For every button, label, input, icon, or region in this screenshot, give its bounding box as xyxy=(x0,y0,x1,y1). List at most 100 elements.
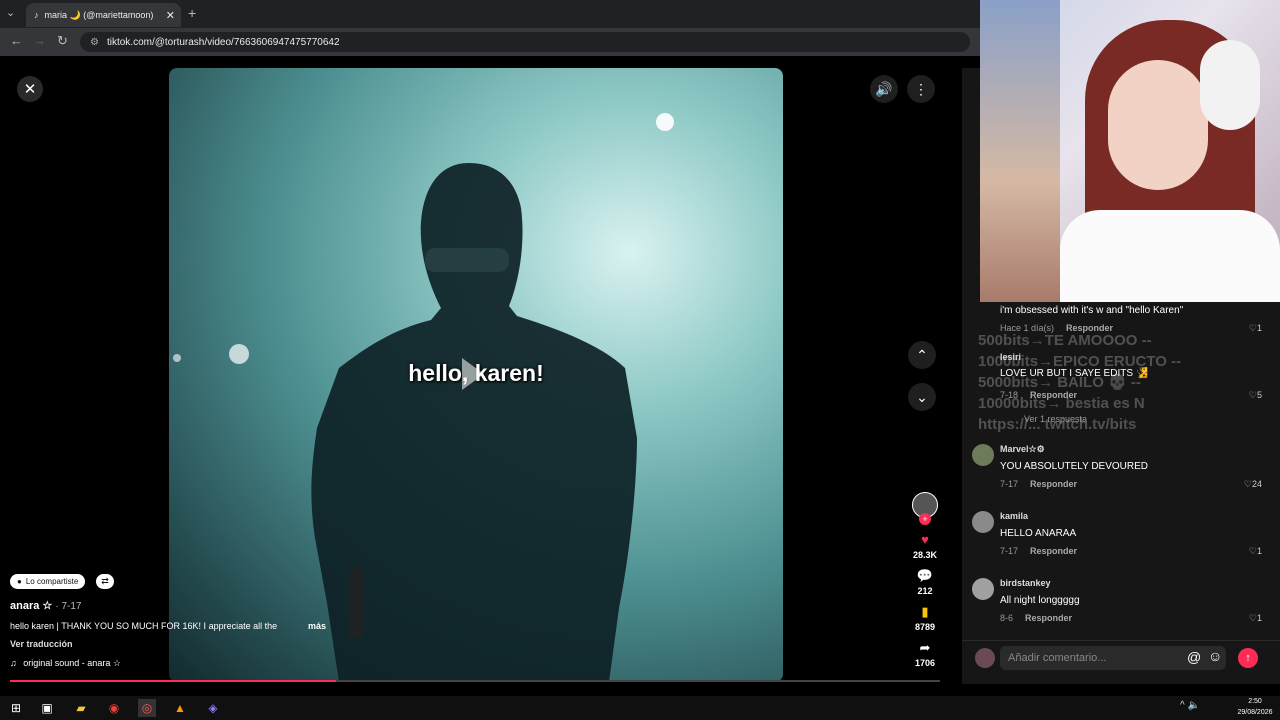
comment-meta: 8-6 Responder xyxy=(1000,613,1072,623)
follow-plus-icon[interactable]: + xyxy=(919,513,931,525)
comment-meta: Hace 1 día(s) Responder xyxy=(1000,323,1113,333)
headphones xyxy=(1200,40,1260,130)
comment-like[interactable]: ♡5 xyxy=(1249,390,1262,401)
save-count: 8789 xyxy=(914,622,936,632)
chevron-up-icon: ⌃ xyxy=(916,346,928,363)
reply-link[interactable]: Responder xyxy=(1030,546,1077,556)
address-bar[interactable]: ⚙ tiktok.com/@torturash/video/7663606947… xyxy=(80,32,970,52)
heart-outline-icon: ♡ xyxy=(1248,390,1257,400)
like-count: 5 xyxy=(1256,390,1262,400)
post-description: hello karen | THANK YOU SO MUCH FOR 16K!… xyxy=(10,621,278,631)
more-link[interactable]: más xyxy=(308,621,326,631)
back-icon[interactable]: ← xyxy=(10,33,23,48)
comment-user[interactable]: Marvel☆⚙ xyxy=(1000,444,1045,455)
send-button[interactable]: ↑ xyxy=(1238,648,1258,668)
comment-date: 7-17 xyxy=(1000,546,1019,556)
overlay-line: 500bits→TE AMOOOO -- xyxy=(978,332,1152,349)
arrow-up-icon: ↑ xyxy=(1245,652,1251,664)
next-video-button[interactable]: ⌄ xyxy=(908,383,936,411)
tiktok-favicon-icon: ♪ xyxy=(34,10,39,20)
like-count: 1 xyxy=(1256,546,1262,556)
vlc-icon[interactable]: ▲ xyxy=(171,699,189,717)
comment-text: i'm obsessed with it's w and "hello Kare… xyxy=(1000,305,1184,316)
task-view-icon[interactable]: ▣ xyxy=(38,699,56,717)
comment-user[interactable]: lesiri xyxy=(1000,352,1021,362)
reply-link[interactable]: Responder xyxy=(1030,479,1077,489)
system-tray[interactable]: ^ 🔈 xyxy=(1180,700,1200,711)
heart-outline-icon: ♡ xyxy=(1248,546,1257,556)
heart-outline-icon: ♡ xyxy=(1248,323,1257,333)
share-avatar-icon: ● xyxy=(17,577,22,586)
browser-tab[interactable]: ♪ maria 🌙 (@mariettamoon) ✕ xyxy=(26,3,181,27)
music-note-icon: ♫ xyxy=(10,658,17,668)
volume-icon[interactable]: 🔊 xyxy=(870,75,898,103)
comment-count: 212 xyxy=(917,586,933,596)
bookmark-icon[interactable]: ▮ xyxy=(905,604,945,620)
clock-time: 2:50 xyxy=(1248,698,1262,705)
comment-like[interactable]: ♡1 xyxy=(1249,613,1262,624)
comment-date: 8-6 xyxy=(1000,613,1014,623)
mention-icon[interactable]: @ xyxy=(1187,649,1201,665)
taskbar-clock[interactable]: 2:50 29/08/2026 xyxy=(1232,696,1278,718)
comment-like[interactable]: ♡1 xyxy=(1249,323,1262,334)
windows-taskbar xyxy=(0,696,1280,720)
progress-fill xyxy=(10,680,336,682)
author-name: anara ☆ xyxy=(10,600,53,612)
avatar[interactable] xyxy=(972,444,994,466)
forward-icon[interactable]: → xyxy=(33,33,46,48)
app-icon[interactable]: ◈ xyxy=(204,699,222,717)
comment-like[interactable]: ♡1 xyxy=(1249,546,1262,557)
file-explorer-icon[interactable]: ▰ xyxy=(72,699,90,717)
comment-user[interactable]: kamila xyxy=(1000,511,1028,521)
clock-date: 29/08/2026 xyxy=(1237,709,1273,716)
chevron-up-icon: ^ xyxy=(1180,700,1185,711)
comment-like[interactable]: ♡24 xyxy=(1244,479,1262,490)
shared-badge[interactable]: ● Lo compartiste xyxy=(10,574,86,589)
repost-icon[interactable]: ⇄ xyxy=(96,574,114,589)
share-arrow-icon[interactable]: ➦ xyxy=(905,640,945,656)
overlay-line: https://... twitch.tv/bits xyxy=(978,416,1137,433)
chevron-down-icon: ⌄ xyxy=(916,388,928,405)
comment-meta: 7-17 Responder xyxy=(1000,479,1077,489)
comment-meta: 7-17 Responder xyxy=(1000,546,1077,556)
windows-start-icon[interactable]: ⊞ xyxy=(7,699,25,717)
comment-user[interactable]: birdstankey xyxy=(1000,578,1051,588)
reload-icon[interactable]: ↻ xyxy=(57,33,68,49)
author-line[interactable]: anara ☆ · 7-17 xyxy=(10,599,81,612)
sound-row[interactable]: ♫ original sound - anara ☆ xyxy=(10,658,121,669)
new-tab-icon[interactable]: + xyxy=(188,5,196,21)
view-replies-link[interactable]: Ver 1 respuesta xyxy=(1024,414,1087,424)
comment-text: All night longgggg xyxy=(1000,595,1080,606)
like-count: 24 xyxy=(1251,479,1262,489)
site-info-icon[interactable]: ⚙ xyxy=(90,37,99,48)
heart-outline-icon: ♡ xyxy=(1248,613,1257,623)
avatar[interactable] xyxy=(972,578,994,600)
tab-search-icon[interactable]: ⌄ xyxy=(6,6,15,19)
comment-icon[interactable]: 💬 xyxy=(905,568,945,584)
reply-link[interactable]: Responder xyxy=(1066,323,1113,333)
previous-video-button[interactable]: ⌃ xyxy=(908,341,936,369)
comment-meta: 7-18 Responder xyxy=(1000,390,1077,400)
chrome-icon[interactable]: ◉ xyxy=(105,699,123,717)
reply-link[interactable]: Responder xyxy=(1025,613,1072,623)
obs-icon[interactable]: ◎ xyxy=(138,699,156,717)
close-video-button[interactable]: ✕ xyxy=(17,76,43,102)
close-icon: ✕ xyxy=(23,81,37,98)
video-progress-bar[interactable] xyxy=(10,680,940,682)
sound-name: original sound - anara ☆ xyxy=(23,658,121,668)
translate-link[interactable]: Ver traducción xyxy=(10,639,73,649)
like-heart-icon[interactable]: ♥ xyxy=(905,532,945,547)
stream-bits-overlay: 500bits→TE AMOOOO -- 1000bits→EPICO ERUC… xyxy=(978,330,1268,435)
emoji-icon[interactable]: ☺ xyxy=(1208,648,1222,664)
avatar[interactable] xyxy=(972,511,994,533)
tab-close-icon[interactable]: ✕ xyxy=(166,9,175,22)
play-icon[interactable] xyxy=(462,358,484,390)
reply-link[interactable]: Responder xyxy=(1030,390,1077,400)
webcam-shelf xyxy=(980,0,1060,302)
post-date: · 7-17 xyxy=(55,601,82,612)
comment-date: Hace 1 día(s) xyxy=(1000,323,1055,333)
streamer-face xyxy=(1108,60,1208,190)
more-options-icon[interactable]: ⋮ xyxy=(907,75,935,103)
comment-text: LOVE UR BUT I SAYE EDITS 🧏 xyxy=(1000,368,1149,379)
comment-text: YOU ABSOLUTELY DEVOURED xyxy=(1000,461,1149,472)
